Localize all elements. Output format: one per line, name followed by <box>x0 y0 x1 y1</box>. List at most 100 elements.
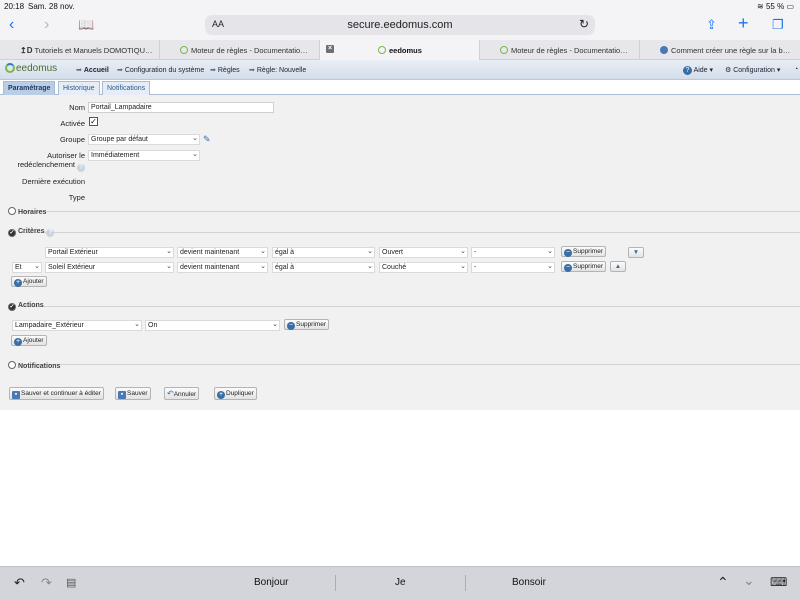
criteria-device-select[interactable]: Soleil Extérieur ⌄ <box>45 262 174 273</box>
share-icon[interactable]: ⇪ <box>706 17 717 33</box>
help-icon[interactable]: ? <box>46 229 55 237</box>
action-device-select[interactable]: Lampadaire_Extérieur ⌄ <box>12 320 142 331</box>
breadcrumb-configuration[interactable]: ➡ Configuration du système <box>117 66 204 74</box>
battery-level: 55 % <box>765 2 785 11</box>
caret-down-icon: ▾ <box>776 67 781 74</box>
criteria-value-value: Couché <box>382 264 407 271</box>
derniere-execution-label: Dernière exécution <box>22 177 85 186</box>
arrow-right-icon: ➡ <box>117 67 123 74</box>
cancel-button[interactable]: ↶Annuler <box>164 387 200 400</box>
tabs-overview-icon[interactable]: ❐ <box>772 17 784 33</box>
plus-circle-icon: + <box>14 338 22 346</box>
help-menu[interactable]: ? Aide ▾ <box>683 66 713 75</box>
section-horaires[interactable]: Horaires <box>8 207 46 216</box>
back-icon[interactable]: ‹ <box>9 17 14 33</box>
minus-circle-icon: − <box>564 249 572 257</box>
tab-parametrage[interactable]: Paramétrage <box>3 81 56 95</box>
bookmarks-icon[interactable]: 📖 <box>78 17 94 33</box>
undo-icon[interactable]: ↶ <box>14 575 25 591</box>
redo-icon[interactable]: ↷ <box>41 575 52 591</box>
divider <box>20 306 800 307</box>
paste-icon[interactable]: ▤ <box>66 576 76 589</box>
browser-tab-3[interactable]: × eedomus <box>320 40 480 60</box>
chevron-down-icon: ⌄ <box>460 248 466 255</box>
criteria-extra-select[interactable]: - ⌄ <box>471 262 555 273</box>
chevron-down-icon: ⌄ <box>547 263 553 270</box>
chevron-down-icon: ⌄ <box>166 263 172 270</box>
add-action-button[interactable]: + Ajouter <box>11 335 47 346</box>
section-criteres[interactable]: ✓ Critères ? <box>8 228 55 237</box>
reload-icon[interactable]: ↻ <box>579 17 589 31</box>
criteria-condition-value: devient maintenant <box>180 249 240 256</box>
url-bar[interactable]: AA secure.eedomus.com ↻ <box>205 15 595 35</box>
delete-criteria-button[interactable]: − Supprimer <box>561 261 606 272</box>
app-nav-bar: eedomus ➡ Accueil ➡ Configuration du systè… <box>0 60 800 80</box>
criteria-connector-select[interactable]: Et ⌄ <box>12 262 42 273</box>
criteria-condition-select[interactable]: devient maintenant ⌄ <box>177 247 268 258</box>
url-text[interactable]: secure.eedomus.com <box>205 19 595 31</box>
criteria-operator-select[interactable]: égal à ⌄ <box>272 262 375 273</box>
add-criteria-button[interactable]: + Ajouter <box>11 276 47 287</box>
browser-tab-5[interactable]: Comment créer une règle sur la b… <box>640 40 800 60</box>
chevron-down-icon: ⌄ <box>260 248 266 255</box>
suggestion-3[interactable]: Bonsoir <box>512 577 546 588</box>
undo-icon: ↶ <box>167 389 174 398</box>
criteria-condition-select[interactable]: devient maintenant ⌄ <box>177 262 268 273</box>
move-up-button[interactable]: ▲ <box>610 261 626 272</box>
criteria-device-select[interactable]: Portail Extérieur ⌄ <box>45 247 174 258</box>
section-actions[interactable]: ✓ Actions <box>8 302 44 311</box>
activee-checkbox[interactable]: ✓ <box>89 117 98 126</box>
section-notifications[interactable]: Notifications <box>8 361 60 370</box>
edit-pencil-icon[interactable]: ✎ <box>203 134 211 145</box>
tab-notifications[interactable]: Notifications <box>102 81 151 95</box>
chevron-down-icon[interactable]: ⌄ <box>743 572 755 589</box>
action-value-select[interactable]: On ⌄ <box>145 320 280 331</box>
divider <box>20 364 800 365</box>
breadcrumb-label: Accueil <box>83 67 109 74</box>
chevron-down-icon: ⌄ <box>166 248 172 255</box>
criteria-device-value: Portail Extérieur <box>48 249 98 256</box>
groupe-select[interactable]: Groupe par défaut ⌄ <box>88 134 200 145</box>
arrow-right-icon: ➡ <box>76 67 82 74</box>
autoriser-select[interactable]: Immédiatement ⌄ <box>88 150 200 161</box>
breadcrumb-accueil[interactable]: ➡ Accueil <box>76 66 109 74</box>
configuration-menu[interactable]: ⚙ Configuration ▾ <box>725 66 780 74</box>
breadcrumb-label: Règles <box>217 67 240 74</box>
delete-criteria-button[interactable]: − Supprimer <box>561 246 606 257</box>
breadcrumb-regles[interactable]: ➡ Règles <box>210 66 240 74</box>
tab-historique[interactable]: Historique <box>58 81 100 95</box>
power-icon[interactable]: ◔ <box>794 66 798 73</box>
forward-icon[interactable]: › <box>44 17 49 33</box>
chevron-down-icon: ⌄ <box>460 263 466 270</box>
move-down-button[interactable]: ▼ <box>628 247 644 258</box>
help-icon[interactable]: ? <box>77 161 85 172</box>
save-continue-button[interactable]: ▪ Sauver et continuer à éditer <box>9 387 104 400</box>
criteria-value-select[interactable]: Ouvert ⌄ <box>379 247 468 258</box>
browser-tab-2[interactable]: Moteur de règles - Documentatio… <box>160 40 320 60</box>
browser-tab-label: eedomus <box>389 46 422 55</box>
eedomus-logo[interactable]: eedomus <box>5 63 57 74</box>
criteria-extra-select[interactable]: - ⌄ <box>471 247 555 258</box>
suggestion-1[interactable]: Bonjour <box>254 577 288 588</box>
save-button[interactable]: ▪ Sauver <box>115 387 151 400</box>
delete-action-button[interactable]: − Supprimer <box>284 319 329 330</box>
browser-tab-4[interactable]: Moteur de règles - Documentatio… <box>480 40 640 60</box>
browser-tab-1[interactable]: ↥D Tutoriels et Manuels DOMOTIQU… <box>0 40 160 60</box>
new-tab-icon[interactable]: + <box>738 14 749 32</box>
breadcrumb-current: ➡ Règle: Nouvelle <box>249 66 306 74</box>
close-tab-icon[interactable]: × <box>326 45 334 53</box>
suggestion-2[interactable]: Je <box>395 577 406 588</box>
groupe-label: Groupe <box>59 135 85 144</box>
section-label: Horaires <box>18 209 47 216</box>
keyboard-dismiss-icon[interactable]: ⌨ <box>770 575 787 589</box>
nom-input[interactable]: Portail_Lampadaire <box>88 102 274 113</box>
chevron-up-icon[interactable]: ⌃ <box>717 574 729 591</box>
criteria-operator-select[interactable]: égal à ⌄ <box>272 247 375 258</box>
status-bar: 20:18 Sam. 28 nov. ≋ 55 % ▭ <box>0 0 800 12</box>
duplicate-button[interactable]: + Dupliquer <box>214 387 257 400</box>
criteria-operator-value: égal à <box>275 264 295 271</box>
arrow-right-icon: ➡ <box>249 67 255 74</box>
criteria-value-select[interactable]: Couché ⌄ <box>379 262 468 273</box>
floppy-disk-icon: ▪ <box>12 391 20 399</box>
button-label: Supprimer <box>296 321 326 328</box>
